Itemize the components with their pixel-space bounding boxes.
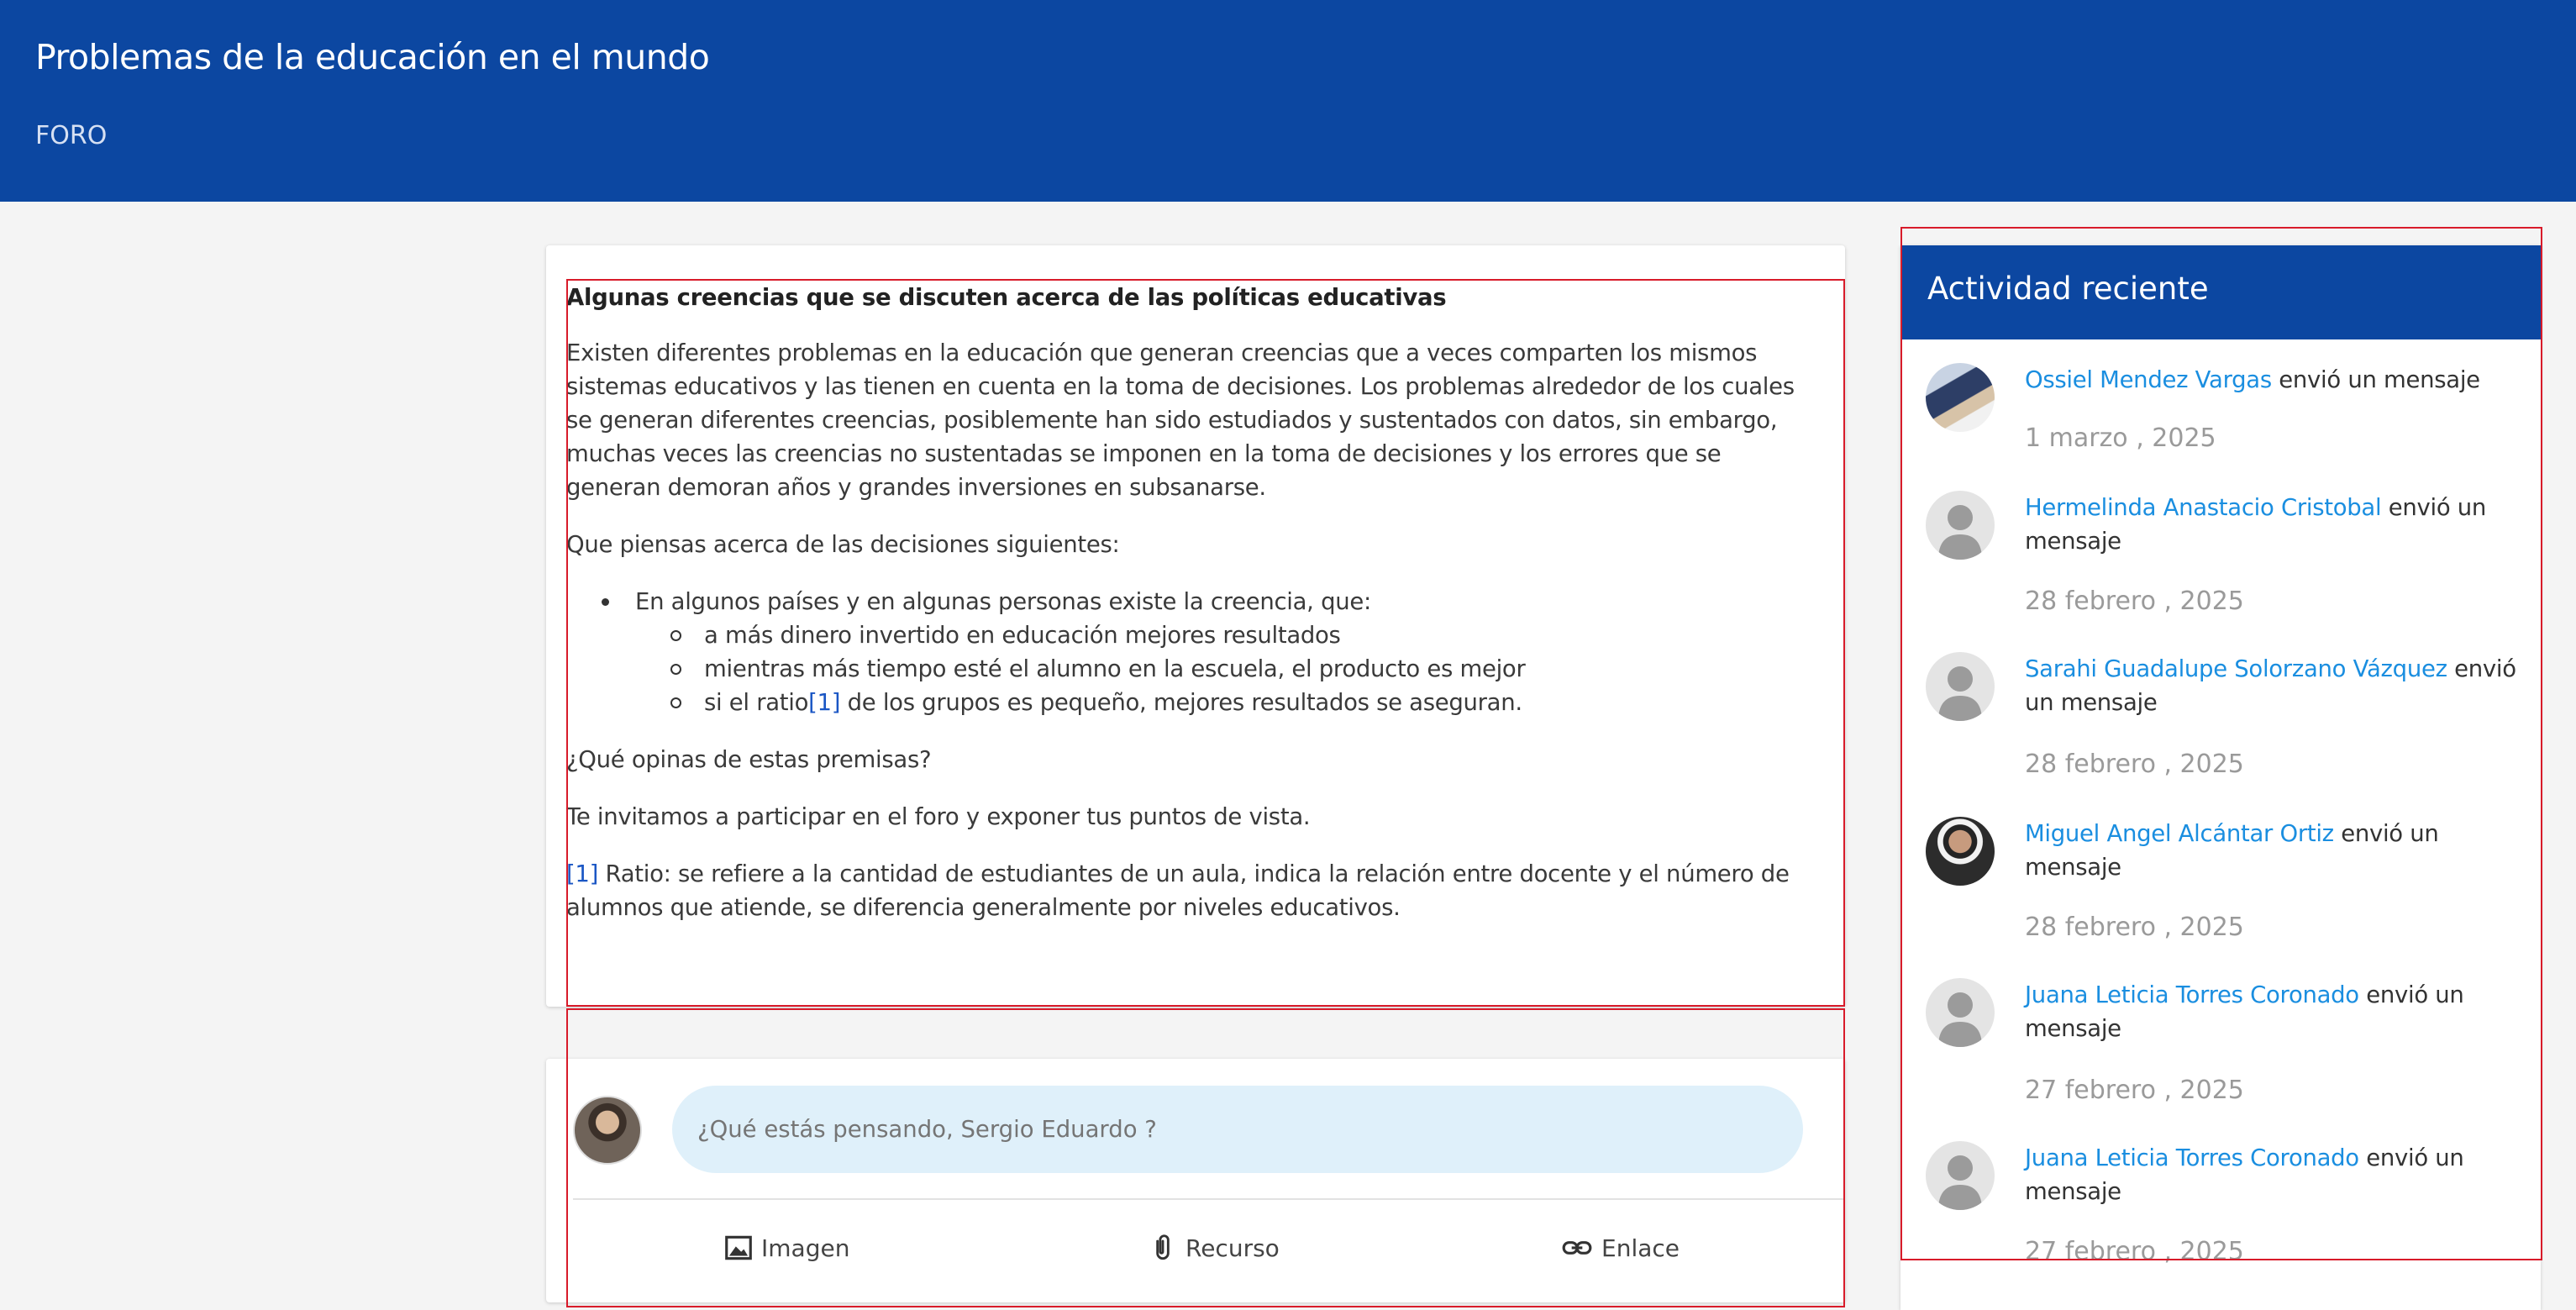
person-placeholder-icon: [1926, 1141, 1995, 1210]
post-body: Algunas creencias que se discuten acerca…: [566, 281, 1818, 948]
paperclip-icon: [1156, 1234, 1170, 1260]
forum-header: Problemas de la educación en el mundo FO…: [0, 0, 2576, 202]
post-invite: Te invitamos a participar en el foro y e…: [566, 803, 1311, 830]
person-placeholder-icon: [1926, 491, 1995, 560]
recent-activity-panel: Actividad reciente Ossiel Mendez Vargas …: [1900, 245, 2541, 1310]
post-question: ¿Qué opinas de estas premisas?: [566, 746, 932, 773]
list-item: En algunos países y en algunas personas …: [602, 585, 1818, 719]
sub-bullet-text: si el ratio: [704, 689, 809, 716]
activity-text: Juana Leticia Torres Coronado envió un m…: [2025, 1141, 2521, 1208]
activity-text: Hermelinda Anastacio Cristobal envió un …: [2025, 491, 2521, 558]
post-card: Algunas creencias que se discuten acerca…: [546, 245, 1845, 1007]
divider: [573, 1198, 1845, 1200]
activity-text: Ossiel Mendez Vargas envió un mensaje: [2025, 363, 2521, 397]
list-item: a más dinero invertido en educación mejo…: [635, 618, 1818, 652]
avatar: [1926, 817, 1995, 886]
resource-button[interactable]: Recurso: [1147, 1225, 1280, 1271]
activity-text: Sarahi Guadalupe Solorzano Vázquez envió…: [2025, 652, 2521, 719]
image-icon: [725, 1235, 752, 1260]
link-label: Enlace: [1601, 1234, 1680, 1262]
page-subtitle: FORO: [35, 121, 108, 150]
activity-user-link[interactable]: Ossiel Mendez Vargas: [2025, 366, 2272, 393]
list-item: si el ratio[1] de los grupos es pequeño,…: [635, 686, 1818, 719]
activity-user-link[interactable]: Sarahi Guadalupe Solorzano Vázquez: [2025, 655, 2447, 682]
activity-user-link[interactable]: Hermelinda Anastacio Cristobal: [2025, 494, 2382, 521]
activity-date: 28 febrero , 2025: [2025, 587, 2244, 616]
avatar: [1926, 652, 1995, 721]
activity-user-link[interactable]: Juana Leticia Torres Coronado: [2025, 981, 2359, 1008]
activity-date: 1 marzo , 2025: [2025, 424, 2216, 453]
activity-date: 27 febrero , 2025: [2025, 1076, 2244, 1105]
post-intro: Existen diferentes problemas en la educa…: [566, 339, 1795, 501]
sub-bullet-text: de los grupos es pequeño, mejores result…: [840, 689, 1522, 716]
compose-input[interactable]: [672, 1086, 1803, 1173]
image-button[interactable]: Imagen: [723, 1225, 849, 1271]
activity-action: envió un mensaje: [2271, 366, 2480, 393]
person-placeholder-icon: [1926, 652, 1995, 721]
recent-activity-header: Actividad reciente: [1900, 245, 2541, 339]
belief-list: En algunos países y en algunas personas …: [602, 585, 1818, 719]
list-item: mientras más tiempo esté el alumno en la…: [635, 652, 1818, 686]
resource-label: Recurso: [1185, 1234, 1280, 1262]
footnote-text: Ratio: se refiere a la cantidad de estud…: [566, 860, 1790, 921]
recent-activity-title: Actividad reciente: [1927, 271, 2209, 307]
image-label: Imagen: [761, 1234, 850, 1262]
belief-bullet: En algunos países y en algunas personas …: [635, 588, 1371, 615]
footnote-ref-link[interactable]: [1]: [808, 689, 840, 716]
avatar: [573, 1096, 642, 1165]
avatar: [1926, 1141, 1995, 1210]
person-placeholder-icon: [1926, 978, 1995, 1047]
post-title: Algunas creencias que se discuten acerca…: [566, 284, 1447, 311]
link-icon: [1562, 1241, 1592, 1255]
activity-user-link[interactable]: Juana Leticia Torres Coronado: [2025, 1144, 2359, 1171]
avatar: [1926, 491, 1995, 560]
activity-text: Juana Leticia Torres Coronado envió un m…: [2025, 978, 2521, 1045]
page-title: Problemas de la educación en el mundo: [35, 37, 710, 77]
activity-date: 27 febrero , 2025: [2025, 1237, 2244, 1266]
belief-sublist: a más dinero invertido en educación mejo…: [635, 618, 1818, 719]
activity-text: Miguel Angel Alcántar Ortiz envió un men…: [2025, 817, 2521, 884]
footnote: [1] Ratio: se refiere a la cantidad de e…: [566, 857, 1818, 924]
link-button[interactable]: Enlace: [1559, 1225, 1680, 1271]
avatar: [1926, 978, 1995, 1047]
activity-date: 28 febrero , 2025: [2025, 750, 2244, 779]
activity-user-link[interactable]: Miguel Angel Alcántar Ortiz: [2025, 820, 2334, 847]
avatar: [1926, 363, 1995, 432]
post-question-intro: Que piensas acerca de las decisiones sig…: [566, 531, 1120, 558]
activity-date: 28 febrero , 2025: [2025, 913, 2244, 942]
footnote-anchor-link[interactable]: [1]: [566, 860, 598, 887]
compose-card: Imagen Recurso Enlace: [546, 1059, 1845, 1302]
